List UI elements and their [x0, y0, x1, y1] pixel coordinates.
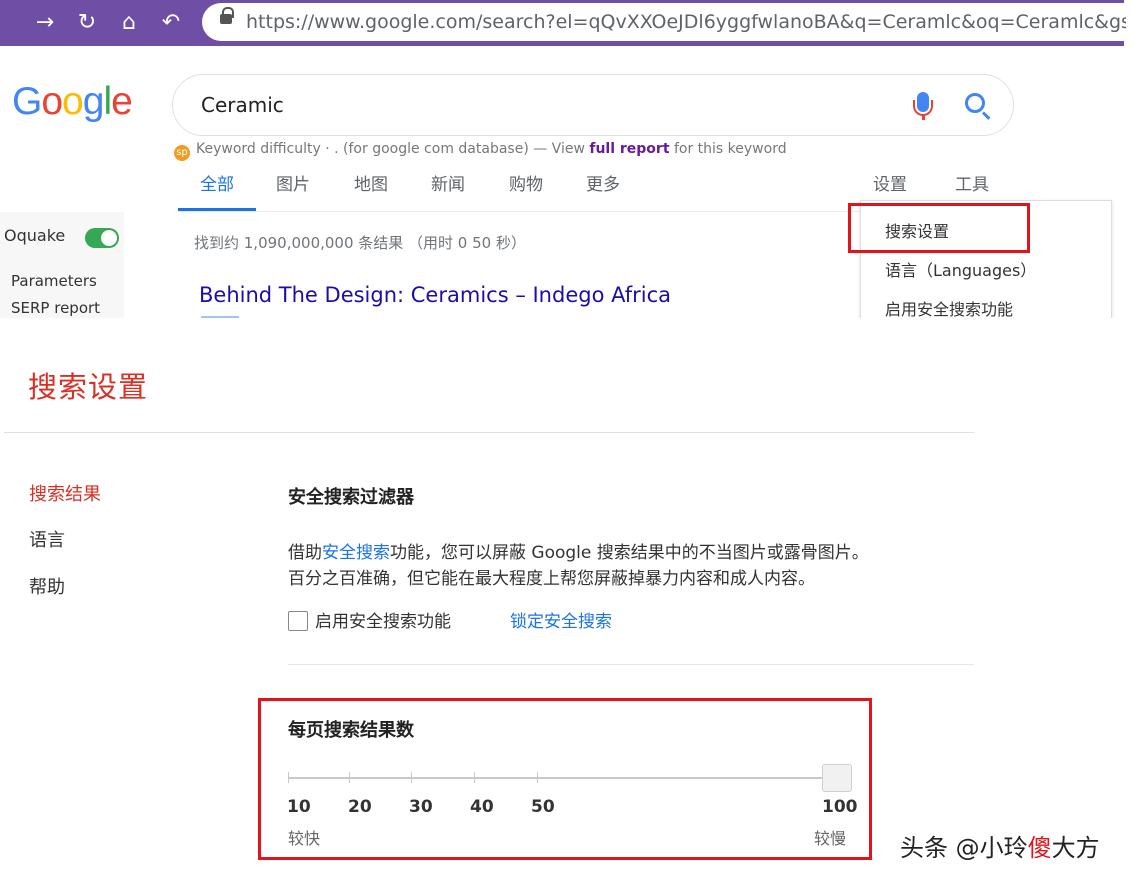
watermark: 头条 @小玲傻大方 — [900, 828, 1100, 863]
keyword-difficulty-suffix: for this keyword — [669, 141, 787, 157]
keyword-difficulty-text: Keyword difficulty · . (for google com d… — [196, 141, 590, 157]
description-prefix: 借助 — [288, 543, 322, 563]
screenshot-divider — [0, 318, 1134, 324]
sidebar-item-help[interactable]: 帮助 — [29, 573, 65, 599]
tab-news[interactable]: 新闻 — [431, 170, 465, 195]
safe-search-title: 安全搜索过滤器 — [288, 487, 414, 508]
extension-toggle[interactable] — [85, 228, 119, 248]
menu-item-languages[interactable]: 语言（Languages） — [885, 257, 1036, 281]
description-suffix: 功能，您可以屏蔽 Google 搜索结果中的不当图片或露骨图片。 — [390, 543, 869, 563]
keyword-difficulty-row: sp Keyword difficulty · . (for google com… — [174, 141, 787, 161]
lock-icon — [220, 7, 234, 24]
watermark-prefix: 头条 @小玲 — [900, 834, 1028, 862]
semrush-icon: sp — [174, 145, 190, 161]
safe-search-checkbox[interactable] — [288, 611, 308, 631]
tab-images[interactable]: 图片 — [276, 170, 310, 195]
microphone-icon[interactable] — [913, 92, 933, 120]
safe-search-checkbox-label[interactable]: 启用安全搜索功能 — [315, 607, 451, 632]
browser-toolbar: → ↻ ⌂ ↶ https://www.google.com/search?el… — [0, 0, 1132, 46]
undo-icon[interactable]: ↶ — [156, 8, 186, 38]
search-input-value[interactable]: Ceramic — [201, 93, 284, 117]
menu-item-safe-search[interactable]: 启用安全搜索功能 — [885, 296, 1013, 320]
lock-safe-search-link[interactable]: 锁定安全搜索 — [510, 607, 612, 632]
search-result-title[interactable]: Behind The Design: Ceramics – Indego Afr… — [199, 283, 671, 318]
tab-all[interactable]: 全部 — [200, 170, 234, 195]
page-title: 搜索设置 — [28, 370, 149, 404]
reload-icon[interactable]: ↻ — [72, 8, 102, 38]
result-stats: 找到约 1,090,000,000 条结果 （用时 0 50 秒） — [194, 234, 526, 252]
tab-more[interactable]: 更多 — [586, 170, 620, 195]
full-report-link[interactable]: full report — [589, 141, 669, 157]
sidebar-item-search-results[interactable]: 搜索结果 — [29, 480, 101, 506]
address-bar[interactable]: https://www.google.com/search?el=qQvXXOe… — [202, 3, 1132, 41]
title-divider — [4, 432, 974, 433]
search-input[interactable]: Ceramic — [172, 74, 1014, 136]
tab-tools[interactable]: 工具 — [955, 170, 989, 195]
section-divider — [288, 664, 974, 665]
safe-search-description-line2: 百分之百准确，但它能在最大程度上帮您屏蔽掉暴力内容和成人内容。 — [288, 569, 815, 589]
extension-link-parameters[interactable]: Parameters — [11, 272, 97, 290]
google-logo[interactable]: Google — [12, 80, 133, 124]
home-icon[interactable]: ⌂ — [114, 8, 144, 38]
sidebar-item-language[interactable]: 语言 — [29, 526, 65, 552]
safe-search-description-line1: 借助安全搜索功能，您可以屏蔽 Google 搜索结果中的不当图片或露骨图片。 — [288, 538, 869, 563]
highlight-box-search-settings — [848, 203, 1030, 253]
extension-name: Oquake — [4, 226, 66, 245]
search-icon[interactable] — [965, 93, 985, 113]
watermark-suffix: 大方 — [1051, 834, 1100, 862]
safe-search-link[interactable]: 安全搜索 — [322, 543, 390, 563]
url-text[interactable]: https://www.google.com/search?el=qQvXXOe… — [246, 11, 1126, 33]
tab-settings[interactable]: 设置 — [873, 170, 907, 195]
forward-arrow-icon[interactable]: → — [30, 8, 60, 38]
watermark-highlight: 傻 — [1027, 834, 1052, 862]
tab-shopping[interactable]: 购物 — [509, 170, 543, 195]
tab-maps[interactable]: 地图 — [354, 170, 388, 195]
extension-link-serp-report[interactable]: SERP report — [11, 299, 100, 317]
highlight-box-results-per-page — [258, 698, 872, 860]
